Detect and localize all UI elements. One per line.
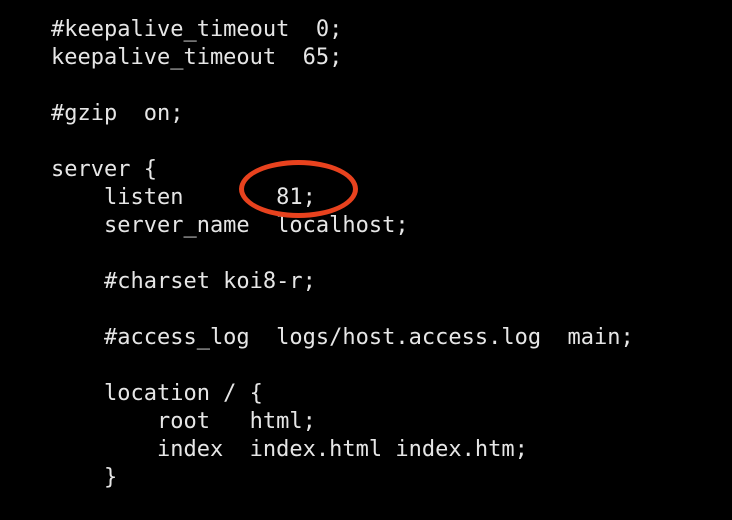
config-line: keepalive_timeout 65; <box>51 45 343 70</box>
nginx-config-text: #keepalive_timeout 0; keepalive_timeout 6… <box>51 16 634 492</box>
config-line: #access_log logs/host.access.log main; <box>51 325 634 350</box>
config-line: root html; <box>51 409 316 434</box>
config-line-listen: listen 81; <box>51 185 316 210</box>
terminal-screen: #keepalive_timeout 0; keepalive_timeout 6… <box>0 0 732 520</box>
config-line: #gzip on; <box>51 101 184 126</box>
config-line-blank <box>51 128 634 156</box>
config-line-blank <box>51 296 634 324</box>
config-line: index index.html index.htm; <box>51 437 528 462</box>
config-line: #keepalive_timeout 0; <box>51 17 343 42</box>
config-line: location / { <box>51 381 263 406</box>
config-line-blank <box>51 72 634 100</box>
config-line-blank <box>51 240 634 268</box>
config-line: server { <box>51 157 157 182</box>
config-line: #charset koi8-r; <box>51 269 316 294</box>
config-line-server-name: server_name localhost; <box>51 213 409 238</box>
config-line-blank <box>51 352 634 380</box>
config-line: } <box>51 465 118 490</box>
